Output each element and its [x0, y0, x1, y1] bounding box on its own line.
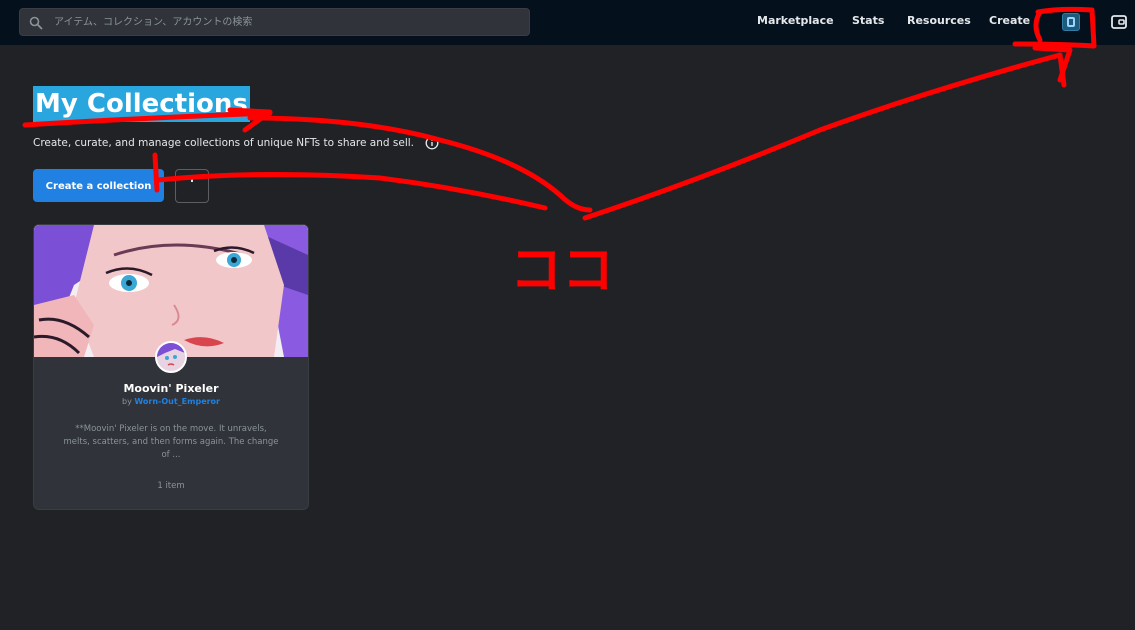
search-icon	[29, 16, 43, 30]
collection-name[interactable]: Moovin' Pixeler	[34, 382, 308, 395]
info-icon[interactable]	[425, 136, 439, 150]
nav-marketplace[interactable]: Marketplace	[757, 14, 834, 27]
collection-banner-image	[34, 225, 308, 357]
nav-resources[interactable]: Resources	[907, 14, 971, 27]
search-box[interactable]	[19, 8, 530, 36]
top-nav-bar: Marketplace Stats Resources Create	[0, 0, 1135, 45]
collection-card[interactable]: Moovin' Pixeler by Worn-Out_Emperor **Mo…	[33, 224, 309, 510]
nav-create[interactable]: Create	[989, 14, 1030, 27]
page-title: My Collections	[33, 86, 250, 122]
create-collection-button[interactable]: Create a collection	[33, 169, 164, 202]
search-input[interactable]	[54, 9, 514, 35]
by-label: by	[121, 397, 132, 406]
collection-description: **Moovin' Pixeler is on the move. It unr…	[63, 424, 279, 460]
page-subtitle: Create, curate, and manage collections o…	[33, 137, 414, 149]
more-options-button[interactable]	[175, 169, 209, 203]
wallet-icon[interactable]	[1110, 13, 1128, 31]
profile-icon[interactable]	[1062, 13, 1080, 31]
collection-item-count: 1 item	[157, 481, 185, 491]
nav-stats[interactable]: Stats	[852, 14, 884, 27]
more-options-icon	[191, 179, 193, 182]
collection-author-line: by Worn-Out_Emperor	[34, 397, 308, 406]
collection-avatar	[155, 341, 187, 373]
annotation-note: ココ	[510, 241, 614, 301]
author-link[interactable]: Worn-Out_Emperor	[134, 397, 220, 406]
